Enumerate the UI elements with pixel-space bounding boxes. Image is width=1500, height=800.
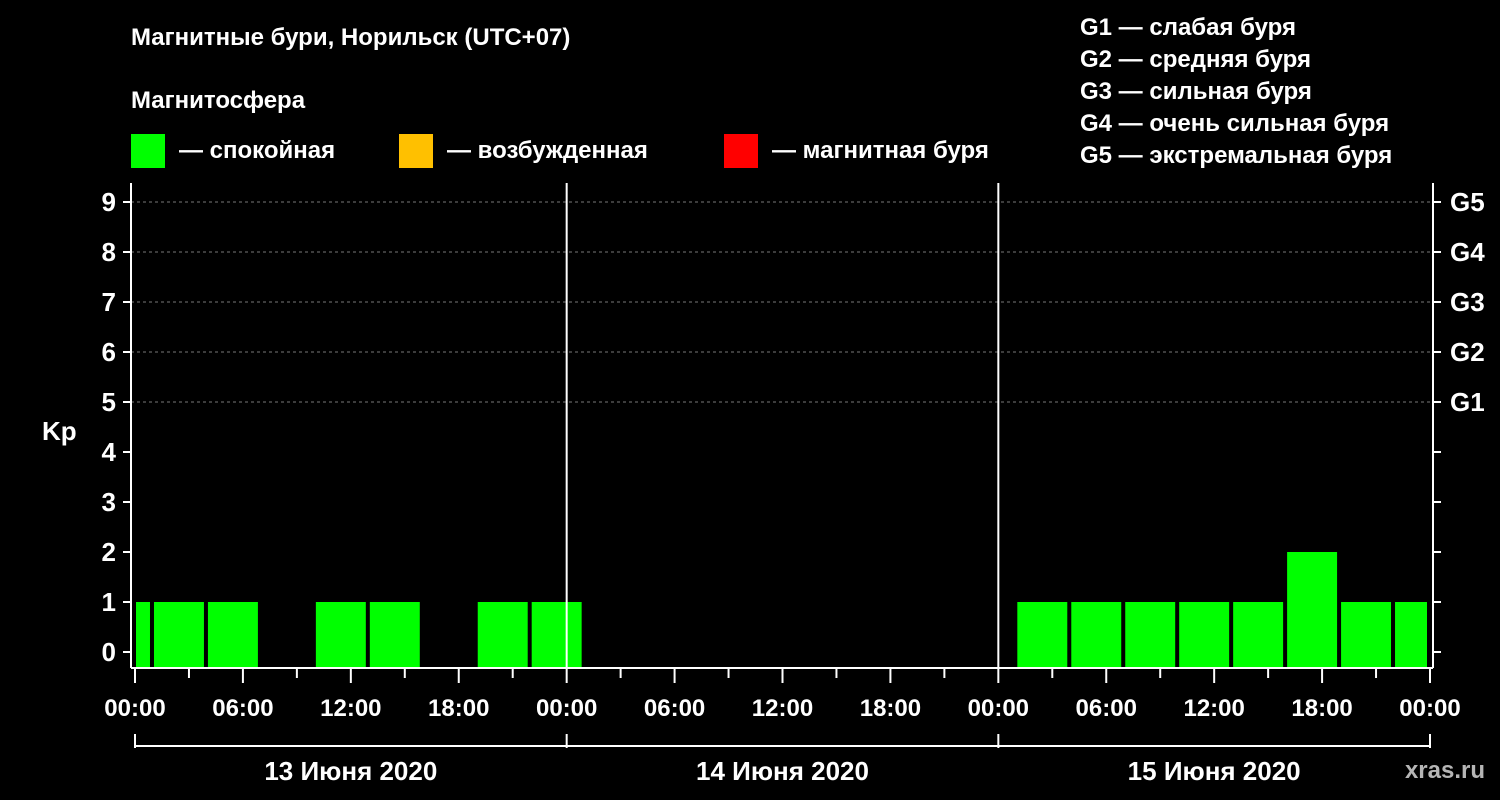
kp-bar-9 [1125,602,1176,668]
x-tick-label: 06:00 [212,695,273,722]
kp-bar-6 [531,602,582,668]
g-level-label: G5 [1450,187,1485,217]
y-tick-label: 4 [102,437,117,467]
kp-bar-1 [153,602,204,668]
kp-bar-12 [1287,552,1338,668]
x-tick-label: 00:00 [1399,695,1460,722]
kp-bar-5 [477,602,528,668]
x-tick-label: 18:00 [428,695,489,722]
y-tick-label: 3 [102,487,116,517]
y-tick-label: 9 [102,187,116,217]
kp-bar-2 [207,602,258,668]
kp-bar-0 [136,602,150,668]
x-tick-label: 00:00 [536,695,597,722]
kp-bar-8 [1071,602,1122,668]
kp-bar-10 [1179,602,1230,668]
g-level-label: G4 [1450,237,1485,267]
kp-bar-14 [1395,602,1427,668]
x-tick-label: 12:00 [752,695,813,722]
x-tick-label: 12:00 [1183,695,1244,722]
x-tick-label: 06:00 [1076,695,1137,722]
day-label: 15 Июня 2020 [1128,756,1301,786]
x-tick-label: 00:00 [968,695,1029,722]
y-tick-label: 8 [102,237,116,267]
kp-chart: 0 1 2 3 4 5 6 7 8 9 G1 G2 G3 G4 G5 Kp 00:00 06:00 12:00 18:… [42,183,1485,786]
x-tick-label: 18:00 [1291,695,1352,722]
kp-bar-11 [1233,602,1284,668]
g-level-label: G3 [1450,287,1485,317]
watermark: xras.ru [1404,757,1485,784]
day-label: 13 Июня 2020 [264,756,437,786]
y-tick-label: 0 [102,637,116,667]
kp-bar-4 [369,602,420,668]
day-label: 14 Июня 2020 [696,756,869,786]
x-tick-label: 12:00 [320,695,381,722]
y-tick-label: 5 [102,387,116,417]
y-tick-label: 7 [102,287,116,317]
x-tick-label: 06:00 [644,695,705,722]
y-tick-label: 2 [102,537,116,567]
kp-bar-3 [315,602,366,668]
kp-bar-7 [1017,602,1068,668]
y-tick-label: 1 [102,587,116,617]
g-level-label: G2 [1450,337,1485,367]
g-level-label: G1 [1450,387,1485,417]
kp-bar-13 [1341,602,1392,668]
y-axis-label: Kp [42,416,77,446]
x-tick-label: 18:00 [860,695,921,722]
y-tick-label: 6 [102,337,116,367]
x-tick-label: 00:00 [104,695,165,722]
